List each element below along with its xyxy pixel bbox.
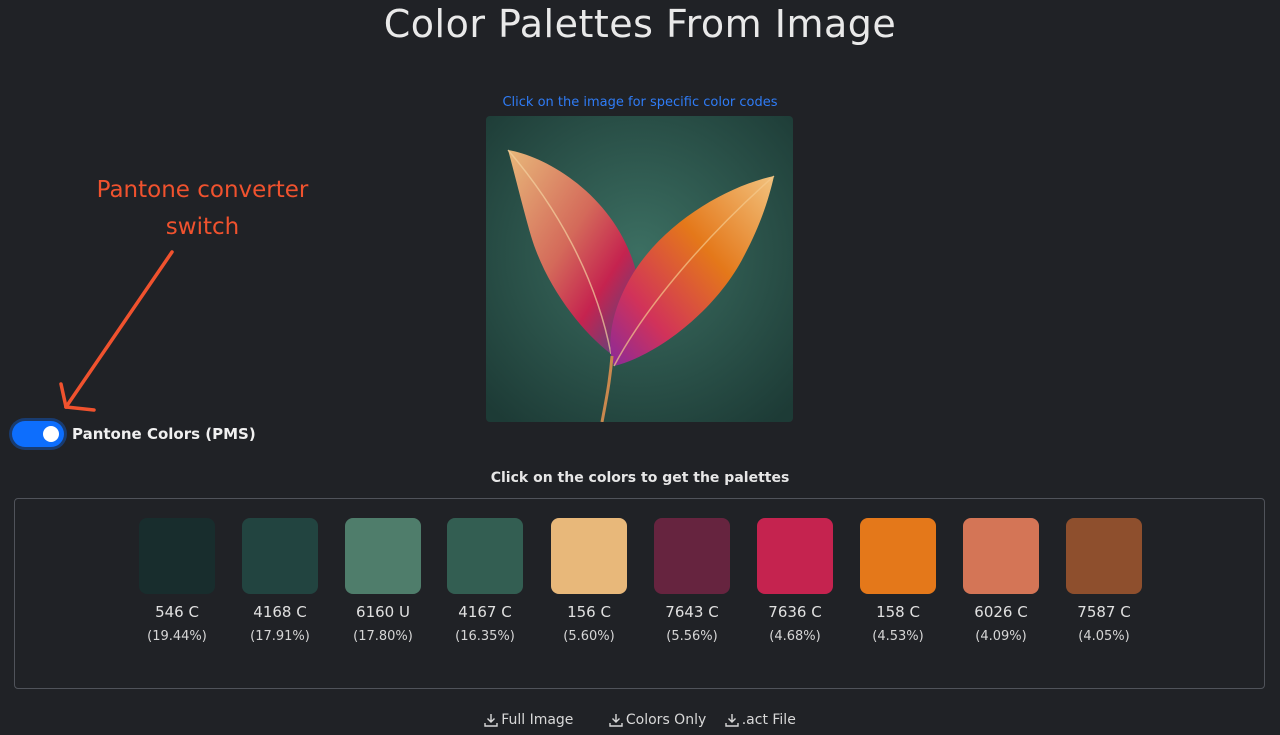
swatch-percent: (4.53%) xyxy=(872,629,924,644)
swatch-code: 7587 C xyxy=(1077,603,1131,621)
swatch-percent: (16.35%) xyxy=(455,629,515,644)
swatch-code: 158 C xyxy=(876,603,920,621)
palette-container: 546 C (19.44%) 4168 C (17.91%) 6160 U (1… xyxy=(14,498,1265,689)
color-swatch[interactable]: 158 C (4.53%) xyxy=(860,518,936,644)
swatch-code: 6026 C xyxy=(974,603,1028,621)
download-colors-only-label: Colors Only xyxy=(625,712,707,728)
swatch-percent: (17.80%) xyxy=(353,629,413,644)
page: Color Palettes From Image Click on the i… xyxy=(0,0,1280,735)
swatch-chip[interactable] xyxy=(242,518,318,594)
swatch-chip[interactable] xyxy=(551,518,627,594)
swatch-code: 6160 U xyxy=(356,603,410,621)
annotation-line-1: Pantone converter xyxy=(96,177,309,203)
download-links: Full Image Colors Only .act File xyxy=(0,712,1280,731)
source-image[interactable] xyxy=(486,116,793,422)
swatch-chip[interactable] xyxy=(447,518,523,594)
palette-hint: Click on the colors to get the palettes xyxy=(490,470,790,486)
leaf-image xyxy=(486,116,793,422)
swatch-percent: (17.91%) xyxy=(250,629,310,644)
swatch-chip[interactable] xyxy=(654,518,730,594)
swatch-code: 4167 C xyxy=(458,603,512,621)
color-swatch[interactable]: 4167 C (16.35%) xyxy=(447,518,523,644)
toggle-knob xyxy=(43,426,59,442)
annotation-callout: Pantone converter switch xyxy=(60,172,345,246)
color-swatch[interactable]: 7636 C (4.68%) xyxy=(757,518,833,644)
swatch-chip[interactable] xyxy=(139,518,215,594)
pantone-toggle-switch[interactable] xyxy=(12,421,64,447)
swatch-code: 546 C xyxy=(155,603,199,621)
download-act-file-link[interactable]: .act File xyxy=(725,712,796,728)
color-swatch[interactable]: 6160 U (17.80%) xyxy=(345,518,421,644)
color-swatch[interactable]: 4168 C (17.91%) xyxy=(242,518,318,644)
swatch-chip[interactable] xyxy=(1066,518,1142,594)
swatch-chip[interactable] xyxy=(345,518,421,594)
swatch-percent: (5.60%) xyxy=(563,629,615,644)
swatch-chip[interactable] xyxy=(757,518,833,594)
color-swatch[interactable]: 7643 C (5.56%) xyxy=(654,518,730,644)
download-full-image-link[interactable]: Full Image xyxy=(484,712,573,728)
download-icon xyxy=(609,714,623,727)
swatch-percent: (5.56%) xyxy=(666,629,718,644)
swatch-chip[interactable] xyxy=(963,518,1039,594)
download-icon xyxy=(725,714,739,727)
swatch-percent: (19.44%) xyxy=(147,629,207,644)
swatch-code: 7636 C xyxy=(768,603,822,621)
color-swatch[interactable]: 546 C (19.44%) xyxy=(139,518,215,644)
swatch-code: 4168 C xyxy=(253,603,307,621)
swatch-percent: (4.68%) xyxy=(769,629,821,644)
color-swatch[interactable]: 6026 C (4.09%) xyxy=(963,518,1039,644)
download-full-image-label: Full Image xyxy=(501,712,574,728)
download-icon xyxy=(484,714,498,727)
swatch-percent: (4.09%) xyxy=(975,629,1027,644)
swatch-percent: (4.05%) xyxy=(1078,629,1130,644)
download-act-file-label: .act File xyxy=(741,712,796,728)
pantone-toggle-row[interactable]: Pantone Colors (PMS) xyxy=(12,420,256,448)
color-swatch[interactable]: 156 C (5.60%) xyxy=(551,518,627,644)
annotation-line-2: switch xyxy=(165,214,240,240)
download-colors-only-link[interactable]: Colors Only xyxy=(609,712,706,728)
swatch-chip[interactable] xyxy=(860,518,936,594)
swatch-code: 7643 C xyxy=(665,603,719,621)
swatch-code: 156 C xyxy=(567,603,611,621)
pantone-toggle-label[interactable]: Pantone Colors (PMS) xyxy=(72,425,256,443)
color-swatch[interactable]: 7587 C (4.05%) xyxy=(1066,518,1142,644)
